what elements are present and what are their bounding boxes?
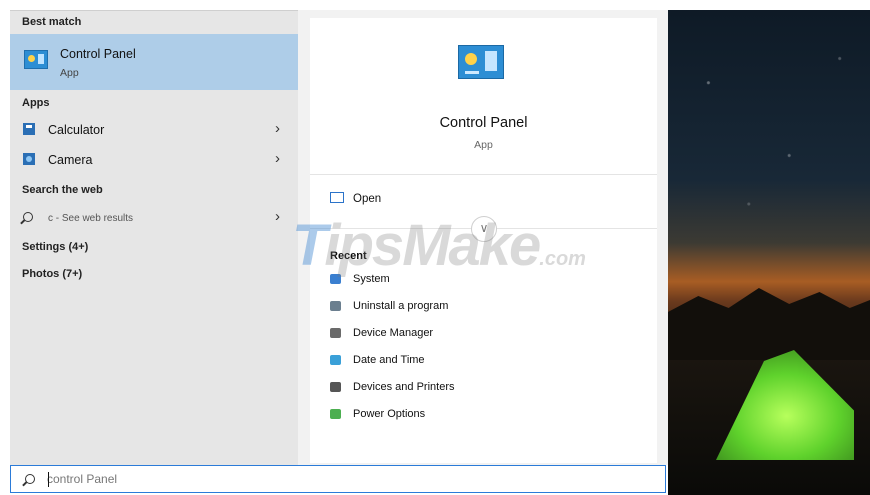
web-result-label: c - See web results: [48, 213, 134, 224]
camera-icon: [23, 153, 35, 165]
recent-item-label: Power Options: [353, 408, 426, 420]
app-item-camera[interactable]: Camera ›: [10, 147, 298, 173]
recent-item-label: Uninstall a program: [353, 300, 449, 312]
detail-title: Control Panel: [439, 115, 528, 131]
chevron-right-icon[interactable]: ›: [275, 208, 280, 225]
settings-category[interactable]: Settings (4+): [10, 241, 88, 253]
best-match-heading: Best match: [22, 16, 82, 28]
background-photo: [668, 10, 870, 495]
web-result[interactable]: c - See web results ›: [10, 205, 298, 231]
printer-icon: [330, 382, 341, 392]
best-match-title: Control Panel: [60, 47, 136, 61]
calculator-icon: [23, 123, 35, 135]
divider: [310, 174, 657, 175]
apps-heading: Apps: [22, 97, 50, 109]
detail-subtitle: App: [474, 139, 493, 151]
photos-category[interactable]: Photos (7+): [10, 268, 82, 280]
recent-item-date-time[interactable]: Date and Time: [330, 352, 630, 372]
app-item-calculator[interactable]: Calculator ›: [10, 117, 298, 143]
control-panel-icon: [458, 45, 504, 79]
recent-item-label: Devices and Printers: [353, 381, 455, 393]
app-label: Calculator: [48, 123, 105, 137]
recent-item-device-manager[interactable]: Device Manager: [330, 325, 630, 345]
results-pane: Best match Control Panel App Apps Calcul…: [10, 10, 298, 466]
recent-item-uninstall[interactable]: Uninstall a program: [330, 298, 630, 318]
best-match-subtitle: App: [60, 67, 79, 79]
search-icon: [23, 212, 33, 222]
chevron-right-icon[interactable]: ›: [275, 150, 280, 167]
device-manager-icon: [330, 328, 341, 338]
programs-icon: [330, 301, 341, 311]
best-match-control-panel[interactable]: Control Panel App: [10, 34, 298, 90]
search-input[interactable]: control Panel: [47, 472, 117, 486]
search-box[interactable]: control Panel: [10, 465, 666, 493]
open-icon: [330, 192, 344, 203]
power-icon: [330, 409, 341, 419]
chevron-right-icon[interactable]: ›: [275, 120, 280, 137]
recent-item-label: Device Manager: [353, 327, 434, 339]
search-web-heading: Search the web: [22, 184, 103, 196]
control-panel-icon: [24, 50, 48, 69]
app-label: Camera: [48, 153, 93, 167]
search-icon: [25, 474, 35, 484]
recent-item-label: Date and Time: [353, 354, 425, 366]
text-caret: [48, 472, 49, 487]
watermark: TipsMake.com: [292, 213, 586, 278]
clock-icon: [330, 355, 341, 365]
open-action[interactable]: Open: [353, 193, 381, 205]
recent-item-power-options[interactable]: Power Options: [330, 406, 630, 426]
recent-item-devices-printers[interactable]: Devices and Printers: [330, 379, 630, 399]
